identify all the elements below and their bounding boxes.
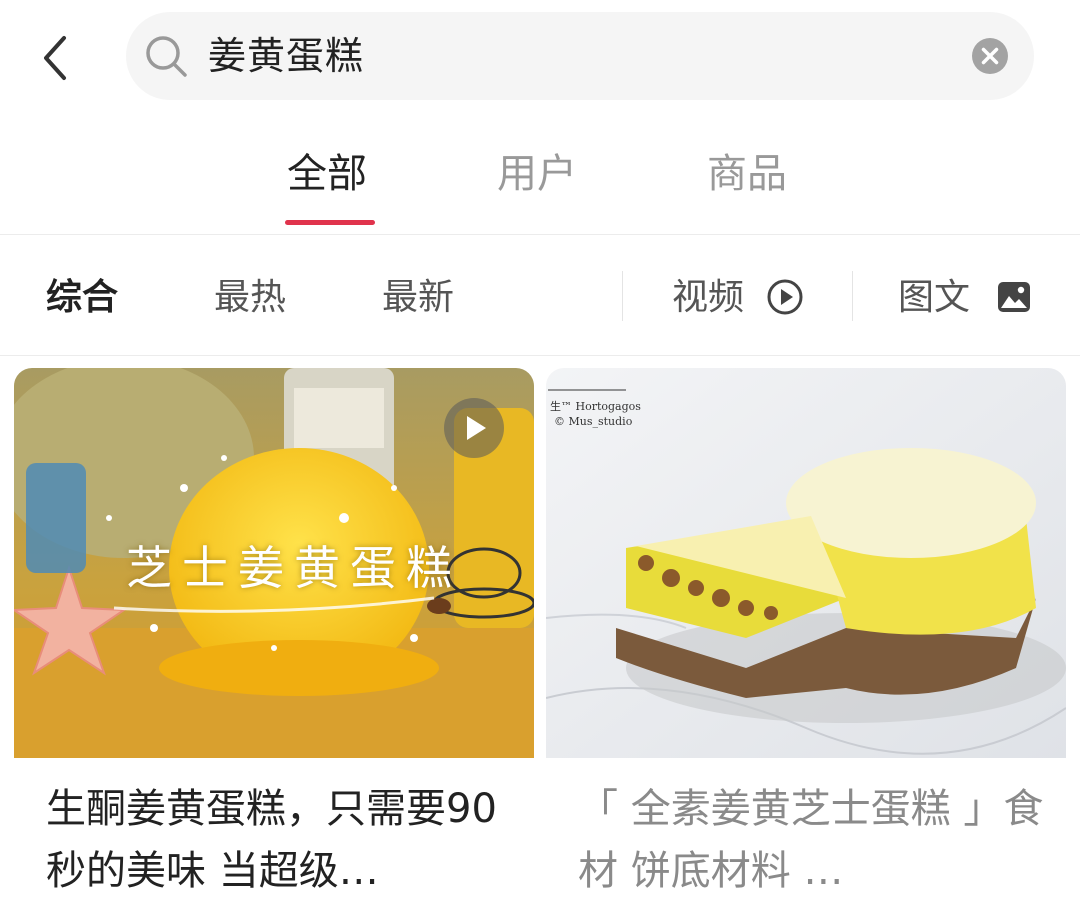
card-thumbnail[interactable]: 生™ Hortogagos © Mus_studio: [546, 368, 1066, 758]
feed-card-image[interactable]: 生™ Hortogagos © Mus_studio 「 全素姜黄芝士蛋糕 」食…: [546, 368, 1066, 915]
play-circle-icon[interactable]: [766, 278, 804, 316]
sort-newest[interactable]: 最新: [382, 273, 454, 323]
chevron-left-icon: [44, 36, 66, 80]
card-title[interactable]: 「 全素姜黄芝士蛋糕 」食材 饼底材料 …: [578, 778, 1048, 902]
main-tabs: 全部 用户 商品: [0, 128, 1080, 234]
tab-products[interactable]: 商品: [707, 146, 787, 202]
thumbnail-overlay-text: 芝士姜黄蛋糕: [126, 541, 462, 595]
filter-bar: 综合 最热 最新 视频 图文: [0, 235, 1080, 355]
sort-hottest[interactable]: 最热: [214, 273, 286, 323]
watermark-text: © Mus_studio: [554, 415, 633, 428]
watermark-text: 生™ Hortogagos: [550, 400, 641, 413]
sort-comprehensive[interactable]: 综合: [46, 273, 118, 323]
back-button[interactable]: [30, 28, 80, 88]
divider: [0, 355, 1080, 356]
card-thumbnail[interactable]: 芝士姜黄蛋糕: [14, 368, 534, 758]
feed-card-video[interactable]: 芝士姜黄蛋糕 生酮姜黄蛋糕，只需要90秒的美味 当超级…: [14, 368, 534, 915]
separator: [622, 271, 623, 321]
filter-image-text[interactable]: 图文: [898, 273, 970, 323]
play-icon: [467, 416, 486, 440]
search-query[interactable]: 姜黄蛋糕: [208, 30, 364, 82]
tab-users[interactable]: 用户: [497, 146, 577, 202]
active-tab-indicator: [285, 220, 375, 225]
separator: [852, 271, 853, 321]
filter-video[interactable]: 视频: [672, 273, 744, 323]
clear-circle-icon[interactable]: [972, 38, 1008, 74]
tab-all[interactable]: 全部: [287, 146, 367, 202]
video-badge: [444, 398, 504, 458]
search-bar[interactable]: 姜黄蛋糕: [126, 12, 1034, 100]
card-title[interactable]: 生酮姜黄蛋糕，只需要90秒的美味 当超级…: [46, 778, 516, 902]
search-icon: [146, 36, 187, 77]
image-icon[interactable]: [995, 278, 1033, 316]
